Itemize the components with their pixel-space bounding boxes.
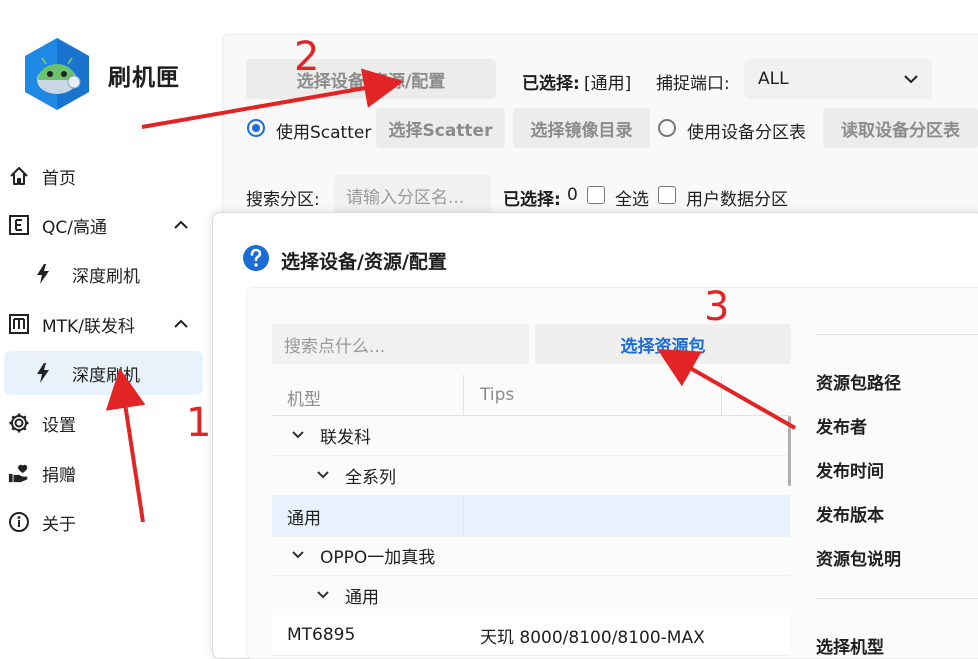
- annotation-arrows: [105, 68, 796, 523]
- annotation-step-1: 1: [186, 400, 212, 446]
- arrow-step-3: [657, 349, 796, 430]
- annotation-step-2: 2: [294, 34, 320, 80]
- arrow-step-2: [141, 68, 404, 129]
- annotation-step-3: 3: [704, 284, 730, 330]
- arrow-step-1: [105, 368, 146, 523]
